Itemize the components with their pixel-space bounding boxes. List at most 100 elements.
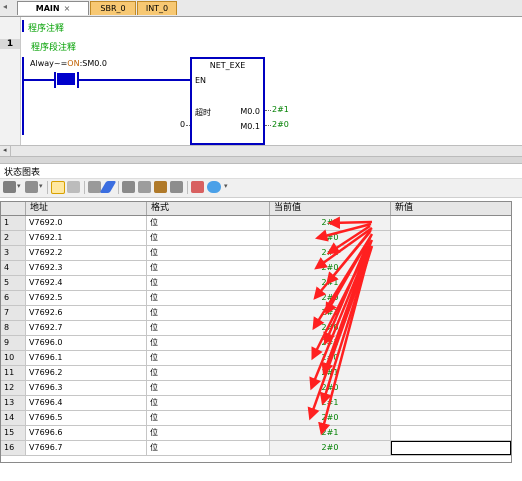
address-cell[interactable]: V7696.6: [26, 426, 147, 440]
new-value-cell[interactable]: [391, 411, 511, 425]
program-comment[interactable]: 程序注释: [28, 21, 64, 34]
format-cell[interactable]: 位: [147, 321, 270, 335]
address-cell[interactable]: V7696.5: [26, 411, 147, 425]
table-row[interactable]: 14 V7696.5 位 2#0: [1, 411, 511, 426]
table-row[interactable]: 1 V7692.0 位 2#1: [1, 216, 511, 231]
watch-icon[interactable]: [207, 181, 221, 193]
table-row[interactable]: 2 V7692.1 位 2#0: [1, 231, 511, 246]
tab-scroll-left-icon[interactable]: ◂: [3, 2, 7, 11]
address-cell[interactable]: V7696.0: [26, 336, 147, 350]
new-value-cell[interactable]: [391, 336, 511, 350]
format-cell[interactable]: 位: [147, 336, 270, 350]
new-value-cell[interactable]: [391, 306, 511, 320]
timeout-input-line: [186, 125, 190, 126]
format-cell[interactable]: 位: [147, 276, 270, 290]
contact-on-fill[interactable]: [57, 73, 75, 85]
format-cell[interactable]: 位: [147, 381, 270, 395]
chevron-down-icon[interactable]: ▾: [39, 182, 43, 190]
table-row[interactable]: 12 V7696.3 位 2#0: [1, 381, 511, 396]
format-cell[interactable]: 位: [147, 216, 270, 230]
address-cell[interactable]: V7692.0: [26, 216, 147, 230]
scroll-left-button[interactable]: ◂: [0, 146, 11, 156]
address-cell[interactable]: V7696.7: [26, 441, 147, 455]
network-comment[interactable]: 程序段注释: [31, 40, 76, 53]
new-value-cell[interactable]: [391, 351, 511, 365]
net-exe-block[interactable]: NET_EXE EN 超时 M0.0 M0.1: [190, 57, 265, 145]
current-value-cell: 2#1: [270, 306, 391, 320]
header-address[interactable]: 地址: [26, 202, 147, 215]
contact-address: :SM0.0: [79, 59, 107, 68]
new-value-cell[interactable]: [391, 321, 511, 335]
unforce-icon[interactable]: [170, 181, 183, 193]
table-row[interactable]: 9 V7696.0 位 2#1: [1, 336, 511, 351]
address-cell[interactable]: V7692.4: [26, 276, 147, 290]
format-cell[interactable]: 位: [147, 411, 270, 425]
table-row[interactable]: 4 V7692.3 位 2#0: [1, 261, 511, 276]
address-cell[interactable]: V7692.1: [26, 231, 147, 245]
table-row[interactable]: 11 V7696.2 位 2#1: [1, 366, 511, 381]
address-cell[interactable]: V7692.7: [26, 321, 147, 335]
ladder-editor[interactable]: 程序注释 1 程序段注释 Alway~=ON:SM0.0 NET_EXE EN …: [0, 17, 522, 156]
address-cell[interactable]: V7696.3: [26, 381, 147, 395]
table-row[interactable]: 15 V7696.6 位 2#1: [1, 426, 511, 441]
header-current-value[interactable]: 当前值: [270, 202, 391, 215]
format-cell[interactable]: 位: [147, 366, 270, 380]
new-value-cell[interactable]: [391, 381, 511, 395]
close-icon[interactable]: ×: [64, 4, 71, 13]
current-value-cell: 2#1: [270, 366, 391, 380]
new-value-cell[interactable]: [391, 426, 511, 440]
format-cell[interactable]: 位: [147, 426, 270, 440]
table-row[interactable]: 3 V7692.2 位 2#1: [1, 246, 511, 261]
table-row[interactable]: 8 V7692.7 位 2#0: [1, 321, 511, 336]
header-new-value[interactable]: 新值: [391, 202, 511, 215]
table-row[interactable]: 7 V7692.6 位 2#1: [1, 306, 511, 321]
pencil-icon[interactable]: [99, 181, 117, 193]
format-cell[interactable]: 位: [147, 261, 270, 275]
format-cell[interactable]: 位: [147, 396, 270, 410]
address-cell[interactable]: V7696.2: [26, 366, 147, 380]
format-cell[interactable]: 位: [147, 231, 270, 245]
new-value-cell[interactable]: [391, 216, 511, 230]
new-value-cell[interactable]: [391, 231, 511, 245]
header-format[interactable]: 格式: [147, 202, 270, 215]
format-cell[interactable]: 位: [147, 291, 270, 305]
tab-sbr-0[interactable]: SBR_0: [90, 1, 136, 15]
address-cell[interactable]: V7692.5: [26, 291, 147, 305]
tab-main[interactable]: MAIN ×: [17, 1, 89, 15]
add-icon[interactable]: [3, 181, 16, 193]
address-cell[interactable]: V7696.1: [26, 351, 147, 365]
chevron-down-icon[interactable]: ▾: [17, 182, 21, 190]
force-icon[interactable]: [154, 181, 167, 193]
address-cell[interactable]: V7692.2: [26, 246, 147, 260]
table-row[interactable]: 13 V7696.4 位 2#1: [1, 396, 511, 411]
chart-icon[interactable]: [191, 181, 204, 193]
address-cell[interactable]: V7696.4: [26, 396, 147, 410]
format-cell[interactable]: 位: [147, 441, 270, 455]
address-cell[interactable]: V7692.6: [26, 306, 147, 320]
address-cell[interactable]: V7692.3: [26, 261, 147, 275]
horizontal-scrollbar[interactable]: ◂: [0, 145, 522, 156]
table-row[interactable]: 10 V7696.1 位 2#0: [1, 351, 511, 366]
format-cell[interactable]: 位: [147, 306, 270, 320]
read-icon[interactable]: [138, 181, 151, 193]
format-cell[interactable]: 位: [147, 351, 270, 365]
table-icon[interactable]: [67, 181, 80, 193]
new-value-cell[interactable]: [391, 261, 511, 275]
table-row[interactable]: 5 V7692.4 位 2#1: [1, 276, 511, 291]
chevron-down-icon[interactable]: ▾: [224, 182, 228, 190]
new-value-cell[interactable]: [391, 441, 511, 455]
table-row[interactable]: 6 V7692.5 位 2#0: [1, 291, 511, 306]
new-value-cell[interactable]: [391, 366, 511, 380]
tab-int-0[interactable]: INT_0: [137, 1, 177, 15]
pane-splitter[interactable]: [0, 156, 522, 164]
format-cell[interactable]: 位: [147, 246, 270, 260]
trend-icon[interactable]: [51, 181, 65, 194]
new-value-cell[interactable]: [391, 276, 511, 290]
new-value-cell[interactable]: [391, 291, 511, 305]
write-icon[interactable]: [122, 181, 135, 193]
new-value-cell[interactable]: [391, 246, 511, 260]
delete-icon[interactable]: [25, 181, 38, 193]
new-value-cell[interactable]: [391, 396, 511, 410]
comment-marker: [22, 20, 24, 32]
table-row[interactable]: 16 V7696.7 位 2#0: [1, 441, 511, 456]
